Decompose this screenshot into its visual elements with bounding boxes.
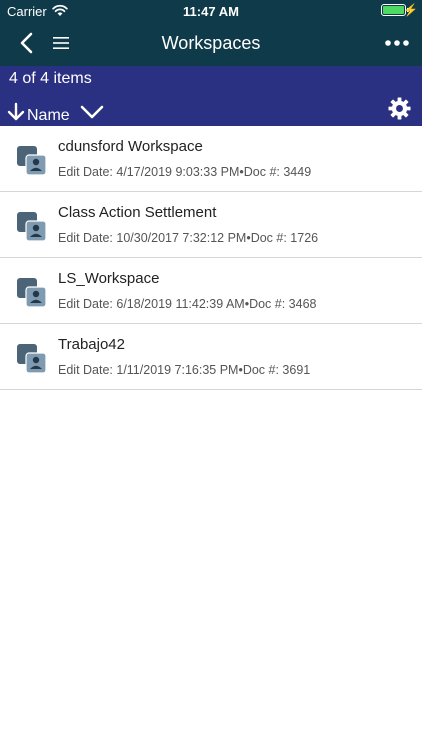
navigation-bar: Workspaces: [0, 22, 422, 66]
gear-icon[interactable]: [388, 97, 411, 120]
item-name: Trabajo42: [58, 336, 125, 353]
status-bar: Carrier 11:47 AM ⚡: [0, 0, 422, 22]
item-meta: Edit Date: 4/17/2019 9:03:33 PM•Doc #: 3…: [58, 165, 312, 179]
item-name: cdunsford Workspace: [58, 138, 203, 155]
list-item[interactable]: cdunsford Workspace Edit Date: 4/17/2019…: [0, 126, 422, 192]
item-name: Class Action Settlement: [58, 204, 217, 221]
workspace-icon: [17, 212, 47, 242]
item-meta: Edit Date: 1/11/2019 7:16:35 PM•Doc #: 3…: [58, 363, 311, 377]
workspace-icon: [17, 278, 47, 308]
workspace-icon: [17, 146, 47, 176]
list-toolbar: 4 of 4 items Name: [0, 66, 422, 126]
list-item[interactable]: LS_Workspace Edit Date: 6/18/2019 11:42:…: [0, 258, 422, 324]
arrow-down-icon[interactable]: [7, 102, 25, 122]
clock: 11:47 AM: [183, 4, 239, 19]
item-count: 4 of 4 items: [9, 70, 92, 87]
charging-bolt-icon: ⚡: [403, 3, 418, 17]
workspace-list: cdunsford Workspace Edit Date: 4/17/2019…: [0, 126, 422, 390]
more-dots-icon[interactable]: [384, 31, 410, 55]
page-title: Workspaces: [161, 33, 261, 53]
list-item[interactable]: Class Action Settlement Edit Date: 10/30…: [0, 192, 422, 258]
item-meta: Edit Date: 6/18/2019 11:42:39 AM•Doc #: …: [58, 297, 317, 311]
item-name: LS_Workspace: [58, 270, 160, 287]
workspace-icon: [17, 344, 47, 374]
sort-field-label[interactable]: Name: [27, 107, 70, 125]
list-item[interactable]: Trabajo42 Edit Date: 1/11/2019 7:16:35 P…: [0, 324, 422, 390]
chevron-down-icon[interactable]: [80, 104, 104, 120]
item-meta: Edit Date: 10/30/2017 7:32:12 PM•Doc #: …: [58, 231, 319, 245]
